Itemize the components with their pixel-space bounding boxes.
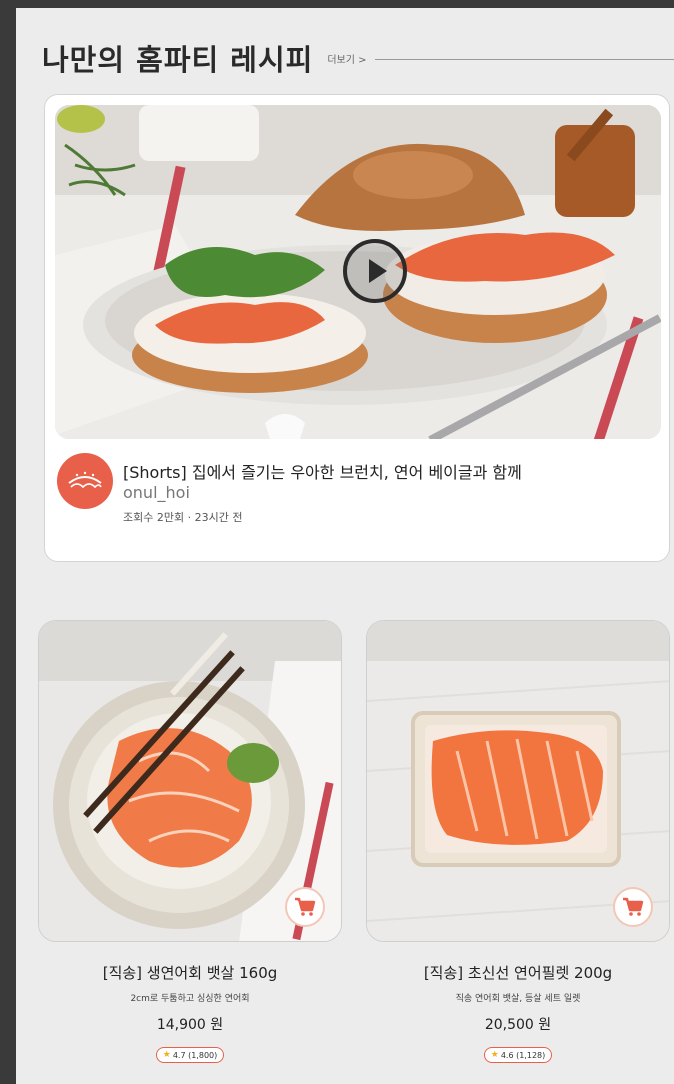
play-button[interactable] (343, 239, 407, 303)
rating-wrap: ★ 4.7 (1,800) (38, 1042, 342, 1063)
rating-badge: ★ 4.7 (1,800) (155, 1047, 225, 1063)
cart-icon (295, 897, 316, 916)
product-price: 14,900 원 (156, 1017, 224, 1033)
product-description: 2cm로 두툼하고 싱싱한 연어회 (130, 994, 250, 1004)
star-icon: ★ (162, 1050, 171, 1060)
rating-text: 4.7 (1,800) (172, 1050, 218, 1060)
section-header: 나만의 홈파티 레시피 더보기 > (42, 38, 674, 78)
rating-text: 4.6 (1,128) (500, 1050, 546, 1060)
recipe-section-panel: 나만의 홈파티 레시피 더보기 > [Shorts] 집에서 즐기는 우아한 브… (16, 8, 674, 1084)
product-description: 직송 연어회 뱃살, 등살 세트 일렛 (455, 994, 581, 1004)
video-thumbnail[interactable] (55, 105, 661, 439)
cart-icon (623, 897, 644, 916)
product-card[interactable]: [직송] 생연어회 뱃살 160g 2cm로 두툼하고 싱싱한 연어회 14,9… (38, 620, 342, 1063)
channel-name[interactable]: onul_hoi (123, 483, 190, 502)
rating-wrap: ★ 4.6 (1,128) (366, 1042, 670, 1063)
star-icon: ★ (490, 1050, 499, 1060)
header-divider (374, 58, 674, 60)
add-to-cart-button[interactable] (613, 887, 653, 927)
product-name[interactable]: [직송] 초신선 연어필렛 200g (366, 962, 670, 983)
product-image[interactable] (366, 620, 670, 942)
add-to-cart-button[interactable] (285, 887, 325, 927)
product-image[interactable] (38, 620, 342, 942)
channel-logo-icon (68, 471, 102, 489)
product-name[interactable]: [직송] 생연어회 뱃살 160g (38, 962, 342, 983)
video-title[interactable]: [Shorts] 집에서 즐기는 우아한 브런치, 연어 베이글과 함께 (123, 459, 663, 483)
video-card[interactable]: [Shorts] 집에서 즐기는 우아한 브런치, 연어 베이글과 함께 onu… (44, 94, 670, 562)
section-title: 나만의 홈파티 레시피 (42, 43, 314, 77)
product-price: 20,500 원 (484, 1017, 552, 1033)
channel-avatar[interactable] (57, 453, 113, 509)
more-link[interactable]: 더보기 > (327, 51, 366, 66)
play-icon (368, 259, 387, 283)
rating-badge: ★ 4.6 (1,128) (483, 1047, 553, 1063)
product-card[interactable]: [직송] 초신선 연어필렛 200g 직송 연어회 뱃살, 등살 세트 일렛 2… (366, 620, 670, 1063)
video-meta: 조회수 2만회 · 23시간 전 (123, 511, 243, 524)
